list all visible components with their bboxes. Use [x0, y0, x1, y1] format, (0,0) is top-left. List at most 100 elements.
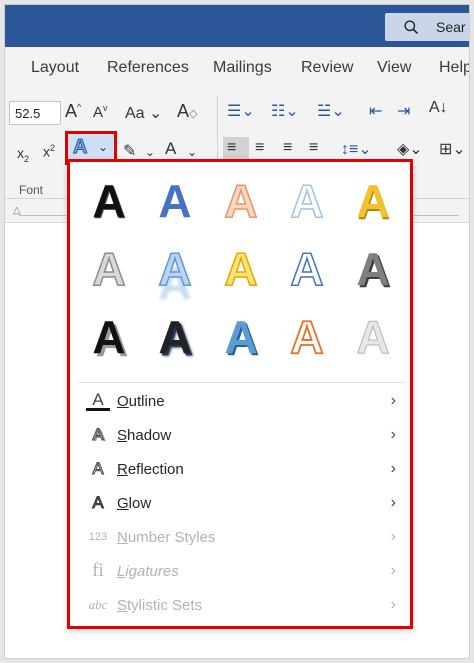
wordart-glyph: A	[158, 242, 193, 296]
tab-mailings[interactable]: Mailings	[213, 59, 272, 77]
text-effects-icon: A	[72, 136, 88, 159]
menu-item-label: Outline	[117, 392, 165, 410]
word-window: Sear Layout References Mailings Review V…	[4, 4, 470, 659]
shrink-font-icon[interactable]: Av	[93, 103, 108, 121]
wordart-style-gold-fill[interactable]: A	[340, 168, 406, 234]
wordart-style-peach-outline[interactable]: A	[208, 168, 274, 234]
chevron-right-icon: ›	[390, 494, 396, 511]
wordart-style-gray-bevel[interactable]: A	[340, 236, 406, 302]
numbering-icon[interactable]: ☷⌄	[271, 101, 299, 121]
multilevel-list-icon[interactable]: ☱⌄	[317, 101, 345, 121]
search-label: Sear	[436, 19, 466, 35]
wordart-glyph: A	[158, 311, 192, 363]
menu-item-shadow[interactable]: A Shadow ›	[70, 419, 410, 451]
wordart-style-gold-outline[interactable]: A	[208, 236, 274, 302]
ribbon-tabs: Layout References Mailings Review View H…	[5, 47, 469, 91]
menu-item-label: Shadow	[117, 426, 172, 444]
menu-item-outline[interactable]: A Outline ›	[70, 385, 410, 417]
wordart-glyph: A	[356, 175, 390, 227]
wordart-glyph: A	[224, 311, 258, 363]
wordart-style-blue-reflection[interactable]: A	[142, 236, 208, 302]
menu-item-label: Glow	[117, 494, 152, 512]
glow-icon: A	[92, 493, 104, 513]
search-box[interactable]: Sear	[385, 13, 469, 41]
menu-item-number-styles: 123 Number Styles ›	[70, 521, 410, 553]
font-color-chevron-icon[interactable]: ⌄	[187, 145, 197, 159]
menu-item-label: Reflection	[117, 460, 184, 478]
wordart-glyph: A	[356, 311, 390, 364]
chevron-right-icon: ›	[390, 562, 396, 579]
justify-icon[interactable]: ≡	[309, 139, 318, 157]
chevron-down-icon: ⌄	[98, 140, 109, 154]
menu-item-glow[interactable]: A Glow ›	[70, 487, 410, 519]
wordart-style-blue-bevel[interactable]: A	[208, 304, 274, 370]
clear-formatting-icon[interactable]: A◇	[177, 101, 197, 122]
outline-icon: A	[86, 391, 110, 411]
number-styles-icon: 123	[88, 531, 108, 543]
tab-help[interactable]: Help	[439, 59, 469, 77]
menu-item-stylistic-sets: abc Stylistic Sets ›	[70, 589, 410, 621]
wordart-style-lightblue-outline[interactable]: A	[274, 168, 340, 234]
tab-view[interactable]: View	[377, 59, 411, 77]
menu-item-label: Ligatures	[117, 562, 179, 580]
decrease-indent-icon[interactable]: ⇤	[369, 101, 382, 121]
chevron-right-icon: ›	[390, 528, 396, 545]
wordart-style-black-fill[interactable]: A	[76, 168, 142, 234]
subscript-icon[interactable]: x2	[17, 145, 29, 164]
wordart-glyph: A	[290, 242, 325, 296]
text-effects-menu: A A A A A A A A A A A A A A A A Outline …	[67, 159, 413, 629]
wordart-style-orange-outline[interactable]: A	[274, 304, 340, 370]
tab-references[interactable]: References	[107, 59, 189, 77]
sort-icon[interactable]: A↓	[429, 99, 448, 117]
wordart-glyph: A	[224, 174, 259, 228]
menu-item-label: Number Styles	[117, 528, 216, 546]
ligatures-icon: fi	[92, 560, 104, 581]
font-size-input[interactable]: 52.5	[9, 101, 61, 125]
font-group-label: Font	[19, 183, 44, 197]
change-case-label: Aa	[125, 105, 145, 122]
align-center-icon[interactable]: ≡	[255, 139, 264, 157]
wordart-style-blue-outline[interactable]: A	[274, 236, 340, 302]
highlight-icon[interactable]: ✎	[121, 141, 139, 165]
menu-item-label: Stylistic Sets	[117, 596, 203, 614]
change-case-button[interactable]: Aa ⌄	[125, 103, 162, 123]
menu-item-reflection[interactable]: A Reflection ›	[70, 453, 410, 485]
wordart-glyph: A	[92, 311, 126, 363]
borders-icon[interactable]: ⊞⌄	[439, 139, 466, 159]
wordart-style-blue-fill[interactable]: A	[142, 168, 208, 234]
wordart-glyph: A	[290, 174, 325, 228]
chevron-right-icon: ›	[390, 392, 396, 409]
wordart-glyph: A	[158, 175, 192, 227]
wordart-glyph: A	[356, 243, 390, 295]
wordart-gallery: A A A A A A A A A A A A A A A	[70, 162, 410, 374]
align-right-icon[interactable]: ≡	[283, 139, 292, 157]
search-icon	[404, 19, 418, 34]
superscript-icon[interactable]: x2	[43, 143, 55, 160]
grow-font-icon[interactable]: A^	[65, 101, 81, 122]
wordart-glyph: A	[224, 242, 259, 296]
line-spacing-icon[interactable]: ↕≡⌄	[341, 139, 372, 159]
wordart-style-dark-shadow[interactable]: A	[142, 304, 208, 370]
font-color-icon[interactable]: A	[163, 139, 179, 165]
highlight-chevron-icon[interactable]: ⌄	[145, 145, 155, 159]
align-left-icon: ≡	[227, 139, 237, 156]
shading-icon[interactable]: ◈⌄	[397, 139, 423, 159]
wordart-style-black-shadow[interactable]: A	[76, 304, 142, 370]
reflection-icon: A	[92, 459, 104, 479]
chevron-right-icon: ›	[390, 426, 396, 443]
tab-layout[interactable]: Layout	[31, 59, 79, 77]
menu-separator	[78, 382, 406, 383]
chevron-right-icon: ›	[390, 460, 396, 477]
stylistic-sets-icon: abc	[88, 597, 108, 612]
bullets-icon[interactable]: ☰⌄	[227, 101, 255, 121]
menu-item-ligatures: fi Ligatures ›	[70, 555, 410, 587]
increase-indent-icon[interactable]: ⇥	[397, 101, 410, 121]
tab-review[interactable]: Review	[301, 59, 353, 77]
wordart-style-silver-gradient[interactable]: A	[340, 304, 406, 370]
wordart-style-gray-outline[interactable]: A	[76, 236, 142, 302]
chevron-right-icon: ›	[390, 596, 396, 613]
wordart-glyph: A	[92, 175, 126, 227]
title-bar: Sear	[5, 5, 469, 47]
shadow-icon: A	[92, 425, 104, 445]
wordart-glyph: A	[92, 242, 127, 296]
